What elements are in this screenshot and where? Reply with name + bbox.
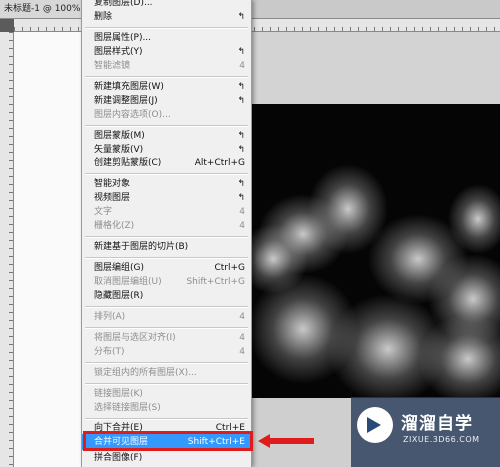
watermark-url: ZIXUE.3D66.COM [403,435,480,444]
annotation-arrow-icon [258,434,314,448]
menu-item-smart-filter[interactable]: 智能滤镜 4 [82,58,251,74]
menu-item-lock-all-layers-in-group[interactable]: 锁定组内的所有图层(X)... [82,365,251,381]
menu-item-select-linked-layers[interactable]: 选择链接图层(S) [82,400,251,416]
menu-separator [85,257,248,259]
submenu-arrow-icon: 4 [239,347,245,357]
menu-item-create-clipping-mask[interactable]: 创建剪贴蒙版(C) Alt+Ctrl+G [82,155,251,171]
submenu-arrow-icon: 4 [239,221,245,231]
watermark-brand: 溜溜自学 [401,414,473,434]
menu-separator [85,125,248,127]
layer-context-menu[interactable]: 复制图层(D)... 删除 ↰ 图层属性(P)... 图层样式(Y) ↰ 智能滤镜 4… [81,0,252,467]
menu-separator [85,173,248,175]
menu-separator [85,76,248,78]
menu-item-distribute[interactable]: 分布(T) 4 [82,344,251,360]
menu-item-layer-content-options[interactable]: 图层内容选项(O)... [82,107,251,123]
play-icon [367,417,381,433]
canvas-gray-area [248,32,500,104]
submenu-arrow-icon: 4 [239,312,245,322]
submenu-arrow-icon: 4 [239,61,245,71]
menu-separator [85,306,248,308]
menu-item-delete[interactable]: 删除 ↰ [82,9,251,25]
menu-separator [85,383,248,385]
menu-item-arrange[interactable]: 排列(A) 4 [82,309,251,325]
menu-item-rasterize[interactable]: 栅格化(Z) 4 [82,218,251,234]
menu-item-flatten-image[interactable]: 拼合图像(F) [82,450,251,466]
menu-separator [85,27,248,29]
menu-separator [85,236,248,238]
vertical-ruler [0,32,14,467]
watermark: 溜溜自学 ZIXUE.3D66.COM [351,397,500,467]
annotation-highlight-box [83,431,253,451]
menu-item-hide-layers[interactable]: 隐藏图层(R) [82,288,251,304]
menu-separator [85,362,248,364]
submenu-arrow-icon: ↰ [237,12,245,22]
menu-item-new-layer-based-slice[interactable]: 新建基于图层的切片(B) [82,239,251,255]
menu-separator [85,327,248,329]
smoke-layer-image [248,104,500,398]
